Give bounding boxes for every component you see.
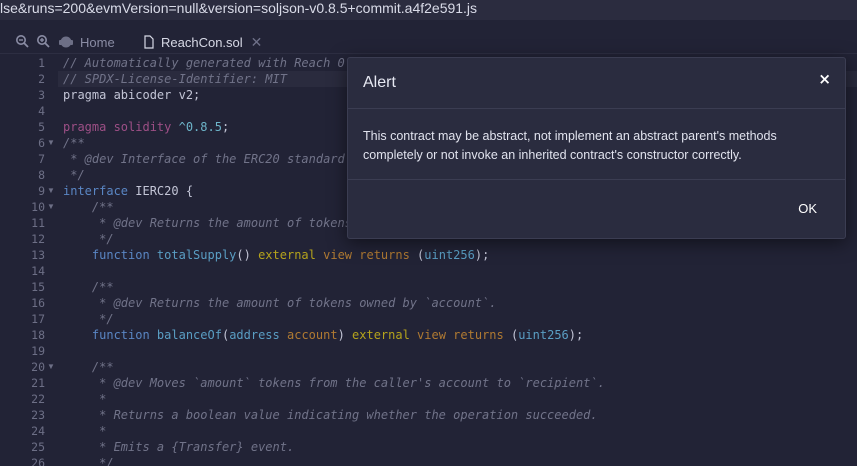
zoom-in-icon[interactable] — [36, 34, 50, 48]
line-number: 21 — [31, 376, 45, 390]
editor-tab-bar: Home ReachCon.sol ✕ — [0, 30, 857, 54]
code-line: */ — [63, 168, 85, 182]
alert-dialog: Alert × This contract may be abstract, n… — [347, 57, 846, 239]
line-number: 3 — [38, 88, 45, 102]
code-line: */ — [63, 312, 114, 326]
code-token: ( — [409, 248, 425, 262]
code-token: balanceOf — [149, 328, 222, 342]
alert-title: Alert — [363, 74, 396, 91]
code-line: /** — [63, 136, 85, 150]
line-number: 20 — [31, 360, 45, 374]
close-icon[interactable]: × — [818, 70, 831, 88]
zoom-out-icon[interactable] — [15, 34, 29, 48]
code-token: view — [315, 248, 353, 262]
line-number: 19 — [31, 344, 45, 358]
code-line: /** — [63, 280, 114, 294]
code-token: ) — [337, 328, 345, 342]
remix-logo-icon — [58, 34, 74, 50]
fold-arrow-icon[interactable]: ▼ — [47, 183, 57, 199]
code-line: * Emits a {Transfer} event. — [63, 440, 295, 454]
line-number: 18 — [31, 328, 45, 342]
line-number: 25 — [31, 440, 45, 454]
tab-home[interactable]: Home — [58, 30, 115, 54]
code-line: pragma abicoder v2; — [63, 88, 201, 102]
line-number: 9 — [38, 184, 45, 198]
code-line: * — [63, 392, 107, 406]
code-line: pragma solidity ^0.8.5; — [63, 119, 229, 135]
close-icon[interactable]: ✕ — [251, 34, 263, 51]
tab-home-label: Home — [80, 34, 115, 50]
code-token: ); — [474, 248, 490, 262]
line-number: 11 — [31, 216, 45, 230]
line-number: 8 — [38, 168, 45, 182]
code-token: ( — [503, 328, 519, 342]
code-token: function — [63, 328, 150, 342]
line-number: 16 — [31, 296, 45, 310]
code-line: * @dev Moves `amount` tokens from the ca… — [63, 376, 605, 390]
code-token: ^0.8.5 — [178, 120, 222, 134]
code-token: address — [229, 328, 280, 342]
alert-divider — [348, 179, 845, 180]
alert-divider — [348, 108, 845, 109]
line-number: 17 — [31, 312, 45, 326]
line-number: 14 — [31, 264, 45, 278]
code-line: * Returns a boolean value indicating whe… — [63, 408, 598, 422]
code-line: * @dev Returns the amount of tokens owne… — [63, 296, 497, 310]
toolbar-spacer — [0, 20, 857, 30]
code-line: // Automatically generated with Reach 0 — [63, 56, 345, 70]
file-icon — [143, 35, 155, 49]
code-token: external — [250, 248, 316, 262]
line-number: 7 — [38, 152, 45, 166]
code-token: view — [409, 328, 446, 342]
line-number: 26 — [31, 456, 45, 466]
code-token: external — [344, 328, 410, 342]
tab-reachcon-label: ReachCon.sol — [161, 34, 243, 50]
line-number: 22 — [31, 392, 45, 406]
code-token: pragma solidity — [63, 120, 179, 134]
fold-arrow-icon[interactable]: ▼ — [47, 199, 57, 215]
alert-message: This contract may be abstract, not imple… — [363, 129, 777, 162]
line-number: 23 — [31, 408, 45, 422]
line-number: 6 — [38, 136, 45, 150]
url-bar: lse&runs=200&evmVersion=null&version=sol… — [0, 0, 857, 20]
line-number: 15 — [31, 280, 45, 294]
code-token: () — [236, 248, 251, 262]
line-number: 10 — [31, 200, 45, 214]
code-token: returns — [352, 248, 410, 262]
code-line: /** — [63, 200, 114, 214]
line-number: 12 — [31, 232, 45, 246]
line-number: 2 — [38, 72, 45, 86]
code-token: function — [63, 248, 150, 262]
fold-arrow-icon[interactable]: ▼ — [47, 135, 57, 151]
code-line: */ — [63, 456, 114, 466]
line-number: 1 — [38, 56, 45, 70]
code-token: totalSupply — [149, 248, 237, 262]
code-token: uint256 — [424, 248, 475, 262]
code-token: interface — [63, 184, 129, 198]
code-token: IERC20 { — [128, 184, 194, 198]
code-token: account — [279, 328, 338, 342]
code-line: * @dev Returns the amount of tokens — [63, 216, 352, 230]
code-line: /** — [63, 360, 114, 374]
code-line: function balanceOf ( address account) exte… — [63, 327, 583, 343]
ok-button[interactable]: OK — [798, 201, 817, 216]
line-number: 24 — [31, 424, 45, 438]
code-line: * — [63, 424, 107, 438]
line-number: 5 — [38, 120, 45, 134]
fold-arrow-icon[interactable]: ▼ — [47, 359, 57, 375]
line-number-gutter: 1 2 3 4 5 6 7 8 9 10 11 12 13 14 15 16 1… — [0, 55, 58, 466]
code-line: * @dev Interface of the ERC20 standard — [63, 152, 345, 166]
code-token: ); — [568, 328, 584, 342]
code-line: function totalSupply() external view ret… — [63, 247, 489, 263]
tab-reachcon-sol[interactable]: ReachCon.sol ✕ — [143, 30, 262, 54]
line-number: 13 — [31, 248, 45, 262]
code-line: // SPDX-License-Identifier: MIT — [63, 72, 287, 86]
code-line: */ — [63, 232, 114, 246]
line-number: 4 — [38, 104, 45, 118]
code-token: returns — [445, 328, 504, 342]
code-line: interface IERC20 { — [63, 183, 193, 199]
code-token: uint256 — [518, 328, 569, 342]
code-token: ; — [221, 120, 230, 134]
